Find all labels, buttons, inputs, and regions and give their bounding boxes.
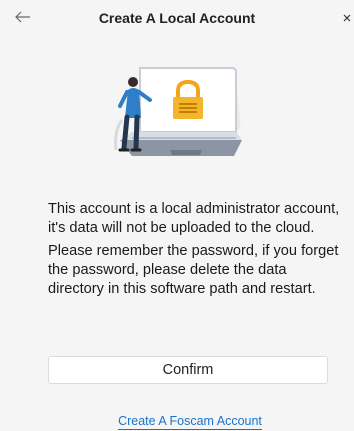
info-message: This account is a local administrator ac…	[48, 200, 340, 303]
laptop-lock-illustration	[110, 60, 250, 175]
create-local-account-dialog: Create A Local Account This account is a…	[0, 0, 354, 431]
local-admin-notice: This account is a local administrator ac…	[48, 201, 340, 236]
create-foscam-account-link-wrap: Create A Foscam Account	[0, 412, 354, 430]
create-foscam-account-link[interactable]: Create A Foscam Account	[118, 414, 262, 430]
dialog-title: Create A Local Account	[98, 10, 256, 26]
close-button[interactable]	[340, 8, 354, 28]
title-bar: Create A Local Account	[0, 0, 354, 40]
password-reminder: Please remember the password, if you for…	[48, 243, 339, 297]
confirm-button[interactable]: Confirm	[48, 356, 328, 384]
close-icon	[343, 14, 351, 22]
